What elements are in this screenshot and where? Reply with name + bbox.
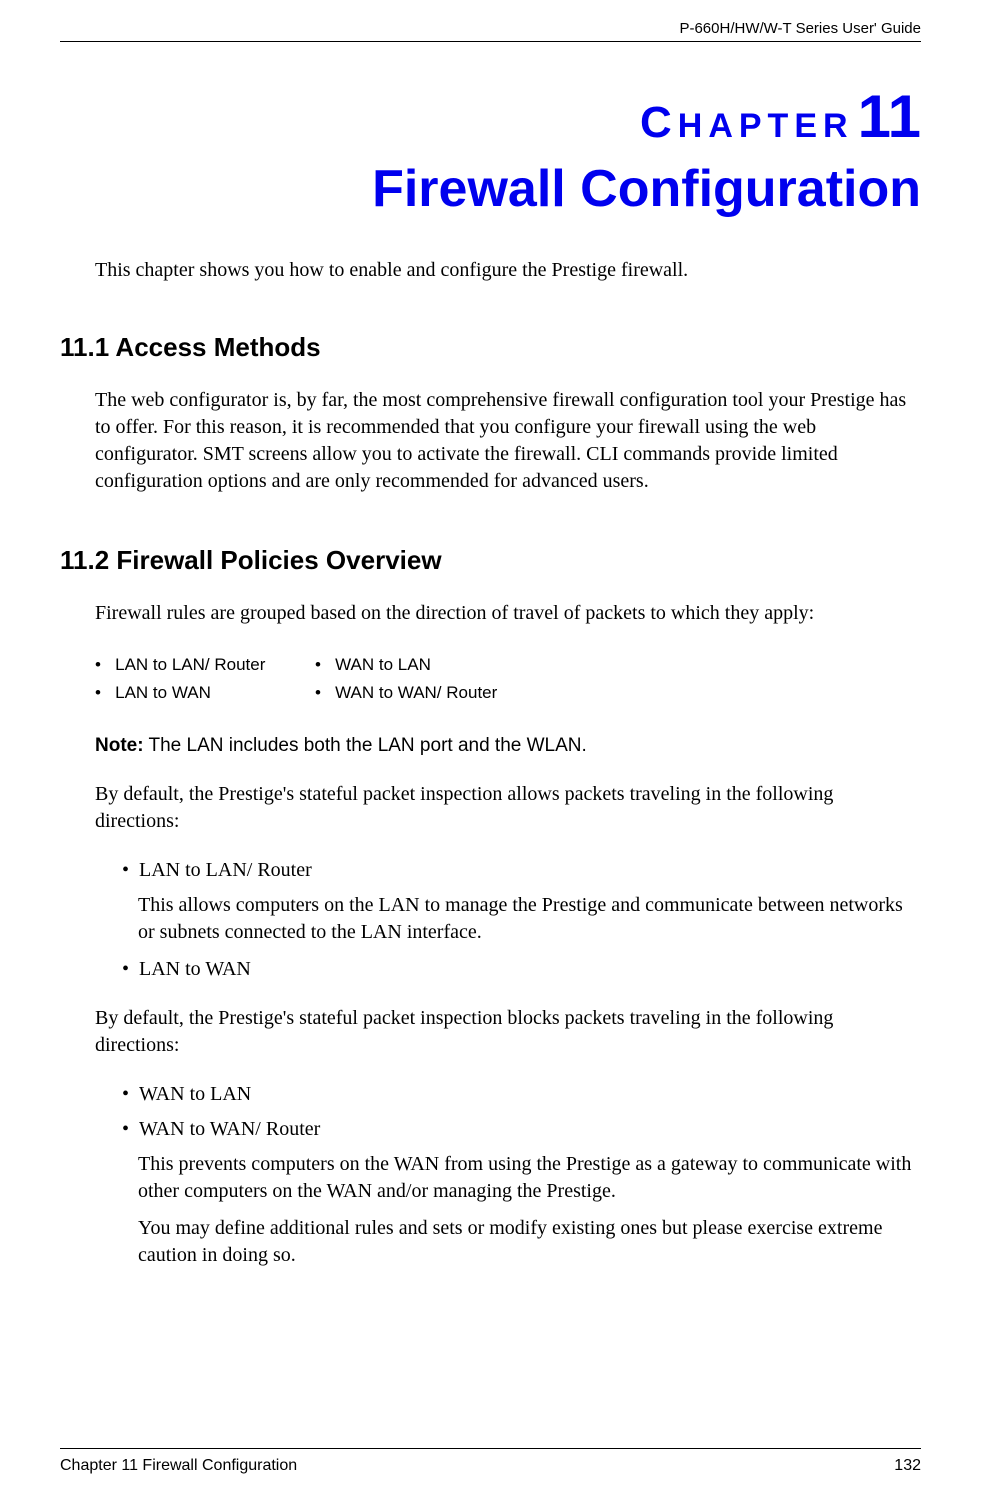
chapter-heading: CHAPTER 11 (60, 82, 921, 151)
direction-wan-wan-router: • WAN to WAN/ Router (315, 679, 535, 707)
direction-lan-lan-router: • LAN to LAN/ Router (95, 651, 315, 679)
direction-wan-lan: • WAN to LAN (315, 651, 535, 679)
blocks-item-2: WAN to WAN/ Router (139, 1118, 320, 1140)
blocks-item-1: WAN to LAN (139, 1083, 251, 1105)
allows-item-2: LAN to WAN (139, 958, 251, 980)
section-11-2-heading: 11.2 Firewall Policies Overview (60, 545, 921, 576)
footer-chapter-ref: Chapter 11 Firewall Configuration (60, 1457, 297, 1475)
list-item: • LAN to WAN (122, 958, 921, 981)
chapter-intro: This chapter shows you how to enable and… (95, 259, 921, 282)
directions-col-1: • LAN to LAN/ Router • LAN to WAN (95, 651, 315, 707)
chapter-title: Firewall Configuration (60, 159, 921, 219)
page-header: P-660H/HW/W-T Series User' Guide (60, 0, 921, 42)
note-label: Note: (95, 735, 144, 756)
allows-intro: By default, the Prestige's stateful pack… (95, 781, 921, 835)
allows-item-1-desc: This allows computers on the LAN to mana… (138, 892, 921, 946)
chapter-label-prefix: C (640, 98, 678, 147)
chapter-label: CHAPTER (640, 107, 854, 145)
allows-list: • LAN to LAN/ Router This allows compute… (122, 859, 921, 981)
blocks-item-2-more: You may define additional rules and sets… (138, 1215, 921, 1269)
section-11-1-body: The web configurator is, by far, the mos… (95, 387, 921, 495)
chapter-number: 11 (858, 83, 921, 150)
directions-col-2: • WAN to LAN • WAN to WAN/ Router (315, 651, 535, 707)
section-11-2-intro: Firewall rules are grouped based on the … (95, 600, 921, 627)
note-block: Note: The LAN includes both the LAN port… (95, 735, 921, 757)
list-item: • WAN to LAN (122, 1083, 921, 1106)
directions-grid: • LAN to LAN/ Router • LAN to WAN • WAN … (95, 651, 921, 707)
guide-name: P-660H/HW/W-T Series User' Guide (679, 20, 921, 37)
blocks-item-2-desc: This prevents computers on the WAN from … (138, 1151, 921, 1205)
note-text: The LAN includes both the LAN port and t… (144, 735, 587, 756)
blocks-list: • WAN to LAN • WAN to WAN/ Router This p… (122, 1083, 921, 1269)
chapter-label-text: HAPTER (678, 107, 854, 145)
list-item: • WAN to WAN/ Router This prevents compu… (122, 1118, 921, 1269)
footer-page-number: 132 (894, 1457, 921, 1475)
blocks-intro: By default, the Prestige's stateful pack… (95, 1005, 921, 1059)
page-footer: Chapter 11 Firewall Configuration 132 (60, 1448, 921, 1475)
allows-item-1: LAN to LAN/ Router (139, 859, 312, 881)
direction-lan-wan: • LAN to WAN (95, 679, 315, 707)
list-item: • LAN to LAN/ Router This allows compute… (122, 859, 921, 946)
section-11-1-heading: 11.1 Access Methods (60, 332, 921, 363)
